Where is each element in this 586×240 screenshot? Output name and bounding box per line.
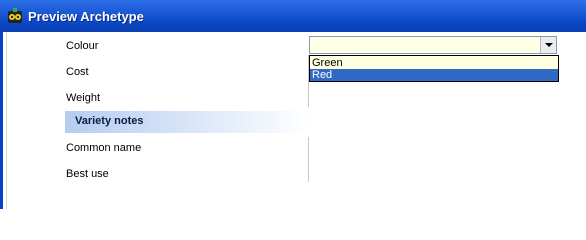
window-left-edge — [6, 32, 7, 209]
section-title: Variety notes — [75, 115, 144, 127]
title-bar[interactable]: Preview Archetype — [0, 0, 586, 32]
weight-label: Weight — [66, 92, 101, 104]
colour-dropdown[interactable] — [309, 36, 557, 54]
window-title: Preview Archetype — [28, 9, 144, 24]
app-icon — [7, 8, 23, 24]
dropdown-option-red[interactable]: Red — [310, 69, 558, 81]
colour-dropdown-list: Green Red — [309, 55, 559, 82]
common-name-label: Common name — [66, 142, 142, 154]
colour-label: Colour — [66, 40, 99, 52]
dropdown-option-green[interactable]: Green — [310, 57, 558, 69]
cost-label: Cost — [66, 66, 89, 78]
value-column-divider — [308, 137, 309, 182]
preview-archetype-window: Preview Archetype Colour Cost Weight Var… — [0, 0, 586, 209]
chevron-down-icon — [545, 43, 553, 47]
best-use-label: Best use — [66, 168, 109, 180]
dropdown-arrow-button[interactable] — [540, 37, 556, 53]
variety-notes-section-header: Variety notes — [65, 111, 309, 133]
